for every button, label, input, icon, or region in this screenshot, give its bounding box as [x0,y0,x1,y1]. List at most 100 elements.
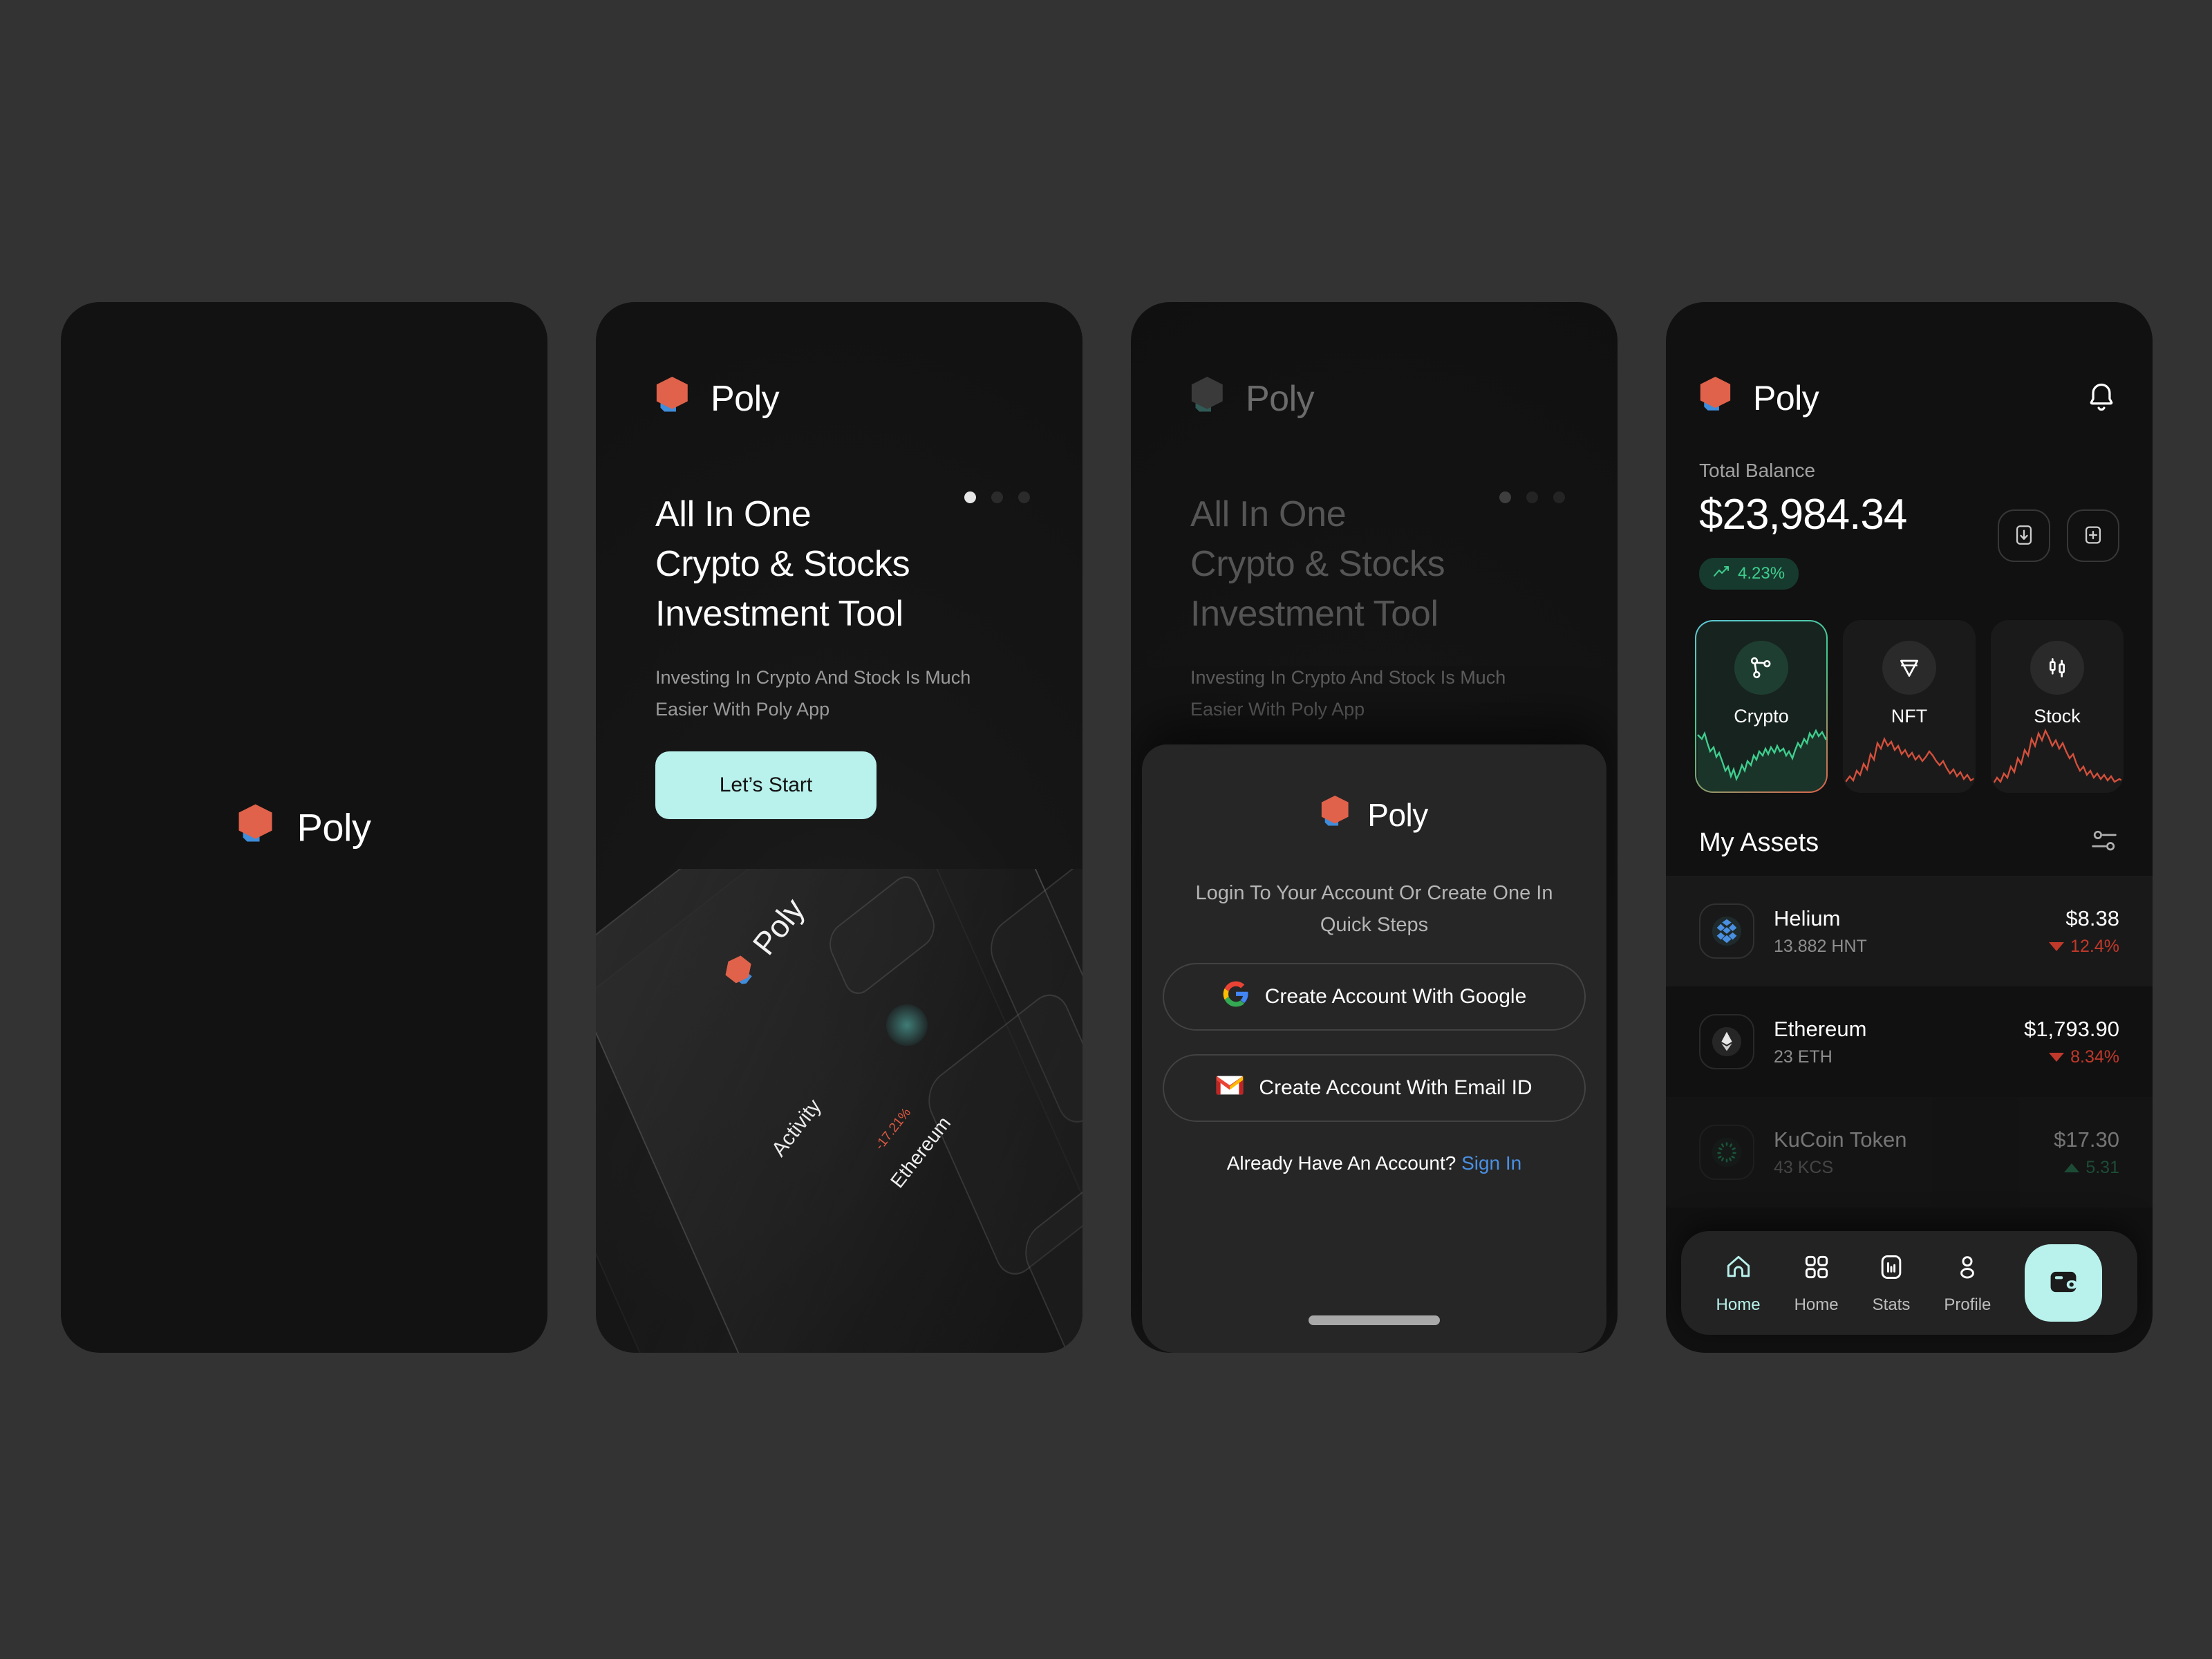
gmail-icon [1216,1074,1244,1102]
wallet-icon [2045,1264,2081,1303]
pagination-dots-dimmed [1499,491,1565,503]
poly-hexagon-icon [1190,375,1230,422]
screen-login: Poly All In One Crypto & Stocks Investme… [1131,302,1618,1353]
login-bottom-sheet: Poly Login To Your Account Or Create One… [1142,744,1606,1353]
table-row[interactable]: Ethereum 23 ETH $1,793.90 8.34% [1666,986,2153,1097]
home-indicator [1309,1315,1440,1325]
kucoin-icon [1699,1125,1754,1180]
app-logo-dimmed: Poly [1190,375,1315,422]
nav-label: Stats [1872,1295,1911,1314]
nav-item-home[interactable]: Home [1716,1252,1761,1315]
headline-line-1: All In One [655,494,812,534]
balance-change-value: 4.23% [1738,564,1785,583]
arrow-down-box-icon [2012,523,2036,549]
asset-change-value: 8.34% [2070,1047,2119,1067]
lets-start-button[interactable]: Let’s Start [655,751,877,819]
asset-price: $1,793.90 [2024,1016,2119,1041]
triangle-up-icon [2064,1163,2080,1172]
pagination-dot-1 [1499,491,1511,503]
app-name: Poly [711,378,780,419]
asset-change-value: 12.4% [2070,936,2119,956]
pagination-dot-2[interactable] [991,491,1003,503]
table-row[interactable]: Helium 13.882 HNT $8.38 12.4% [1666,876,2153,986]
nft-sparkline [1845,736,1974,782]
nav-item-profile[interactable]: Profile [1944,1252,1991,1315]
notification-bell-icon[interactable] [2083,380,2119,416]
asset-name: KuCoin Token [1774,1127,1907,1152]
subtitle-line-2: Easier With Poly App [655,699,830,720]
phone-mockup-illustration: Poly Activity -17.21% Ethereum [596,869,1082,1353]
asset-name: Ethereum [1774,1016,1867,1041]
house-icon [1723,1252,1754,1286]
category-card-crypto[interactable]: Crypto [1695,620,1828,793]
login-subtitle: Login To Your Account Or Create One In Q… [1195,882,1553,937]
filter-icon[interactable] [2089,827,2119,859]
nav-item-apps[interactable]: Home [1794,1252,1839,1315]
asset-change: 5.31 [2054,1158,2119,1178]
nav-label: Home [1716,1295,1761,1314]
balance-change-badge: 4.23% [1699,558,1799,590]
asset-quantity: 13.882 HNT [1774,936,1867,956]
triangle-down-icon [2049,941,2065,951]
add-funds-button[interactable] [2067,509,2119,562]
headline-line-3: Investment Tool [1190,593,1438,634]
subtitle-line-2: Easier With Poly App [1190,699,1365,720]
headline-line-2: Crypto & Stocks [655,543,910,584]
create-account-email-button[interactable]: Create Account With Email ID [1163,1054,1586,1122]
poly-hexagon-icon [1699,375,1738,420]
bottom-navigation: Home Home Stats Profile [1681,1231,2137,1335]
app-name: Poly [297,805,371,849]
wallet-fab-button[interactable] [2025,1244,2103,1322]
signin-prompt: Already Have An Account? Sign In [1142,1152,1606,1174]
total-balance-label: Total Balance [1699,460,1816,481]
category-card-nft[interactable]: NFT [1843,620,1976,793]
asset-quantity: 43 KCS [1774,1157,1834,1177]
signin-link[interactable]: Sign In [1461,1152,1521,1174]
nav-label: Home [1794,1295,1839,1314]
asset-change-value: 5.31 [2086,1157,2119,1177]
headline-line-3: Investment Tool [655,593,903,634]
google-button-label: Create Account With Google [1264,985,1527,1008]
sheet-app-name: Poly [1367,796,1428,833]
headline-line-2: Crypto & Stocks [1190,543,1445,584]
asset-info: KuCoin Token 43 KCS [1774,1127,2054,1178]
screens-canvas: Poly Poly All In One Crypto & Stocks Inv… [0,0,2212,1659]
dashboard-header: Poly [1699,375,2119,420]
google-icon [1222,980,1250,1013]
onboarding-subtitle-dimmed: Investing In Crypto And Stock Is Much Ea… [1190,662,1506,726]
poly-hexagon-icon [1320,794,1355,835]
nav-label: Profile [1944,1295,1991,1314]
pagination-dot-3[interactable] [1018,491,1030,503]
poly-hexagon-icon [238,803,281,852]
asset-info: Ethereum 23 ETH [1774,1017,2024,1067]
asset-quantity: 23 ETH [1774,1047,1833,1067]
screen-onboarding: Poly All In One Crypto & Stocks Investme… [596,302,1082,1353]
balance-actions [1998,509,2119,562]
network-icon [1734,641,1788,695]
total-balance-amount: $23,984.34 [1699,491,1907,538]
mockup-glow [886,1004,928,1046]
onboarding-headline-dimmed: All In One Crypto & Stocks Investment To… [1190,490,1445,639]
candlestick-icon [2030,641,2084,695]
asset-info: Helium 13.882 HNT [1774,906,2049,957]
email-button-label: Create Account With Email ID [1259,1076,1533,1099]
asset-price: $17.30 [2054,1127,2119,1152]
pagination-dot-1[interactable] [964,491,976,503]
screen-dashboard: Poly Total Balance $23,984.34 4.23% Cryp… [1666,302,2153,1353]
create-account-google-button[interactable]: Create Account With Google [1163,963,1586,1031]
headline-line-1: All In One [1190,494,1347,534]
pagination-dot-3 [1553,491,1565,503]
screen-splash: Poly [61,302,547,1353]
asset-change: 8.34% [2024,1047,2119,1067]
category-card-stock[interactable]: Stock [1991,620,2124,793]
pagination-dots[interactable] [964,491,1030,503]
asset-change: 12.4% [2049,937,2119,957]
nav-item-stats[interactable]: Stats [1872,1252,1911,1315]
diamond-icon [1882,641,1936,695]
asset-name: Helium [1774,906,1841,930]
table-row[interactable]: KuCoin Token 43 KCS $17.30 5.31 [1666,1097,2153,1208]
ethereum-icon [1699,1014,1754,1069]
sheet-logo: Poly [1320,794,1428,835]
app-logo: Poly [1699,375,1819,420]
withdraw-button[interactable] [1998,509,2050,562]
